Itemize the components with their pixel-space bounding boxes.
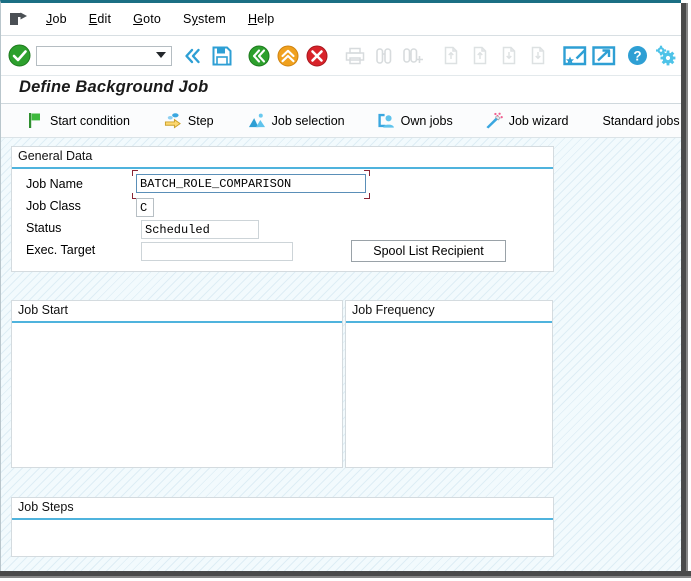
screen-canvas: General Data Job Name Job Class Status E… [1, 138, 681, 574]
window-shadow-bottom [0, 571, 691, 581]
first-page-button [436, 40, 465, 72]
job-wizard-button[interactable]: Job wizard [476, 106, 578, 136]
general-data-group: General Data Job Name Job Class Status E… [11, 146, 554, 272]
print-button [340, 40, 369, 72]
job-frequency-group: Job Frequency [345, 300, 553, 468]
toolbar-separator-1 [236, 55, 244, 56]
status-label: Status [26, 221, 62, 235]
standard-jobs-button[interactable]: Standard jobs [593, 106, 688, 136]
job-name-label: Job Name [26, 177, 83, 191]
exec-target-input[interactable] [141, 242, 293, 261]
menu-item-goto[interactable]: Goto [122, 10, 172, 28]
magic-wand-icon [485, 112, 503, 130]
exec-target-label: Exec. Target [26, 243, 96, 257]
cancel-button[interactable] [303, 40, 332, 72]
new-session-star-icon[interactable] [561, 40, 590, 72]
job-frequency-content [346, 323, 552, 467]
green-flag-icon [26, 112, 44, 130]
job-start-title: Job Start [18, 303, 69, 317]
blue-mountains-icon [248, 112, 266, 130]
exit-button[interactable] [274, 40, 303, 72]
find-next-button [398, 40, 427, 72]
person-card-icon [377, 112, 395, 130]
general-data-rule [12, 167, 553, 169]
find-button [369, 40, 398, 72]
svg-text:?: ? [633, 49, 641, 64]
job-steps-content [12, 520, 553, 556]
chevron-down-icon[interactable] [156, 51, 167, 58]
next-page-button [494, 40, 523, 72]
command-history-button[interactable] [178, 40, 207, 72]
yellow-arrow-step-icon [164, 112, 182, 130]
job-start-content [12, 323, 342, 467]
enter-button[interactable] [5, 40, 34, 72]
back-button[interactable] [245, 40, 274, 72]
job-steps-title: Job Steps [18, 500, 74, 514]
standard-jobs-label: Standard jobs [602, 113, 680, 128]
general-data-title: General Data [18, 149, 93, 163]
command-input[interactable] [40, 47, 159, 64]
page-title: Define Background Job [19, 78, 209, 96]
step-button[interactable]: Step [155, 106, 223, 136]
standard-toolbar: ? [1, 36, 681, 76]
menu-item-help[interactable]: Help [237, 10, 286, 28]
save-button[interactable] [207, 40, 236, 72]
menu-bar: JJobob Edit Goto System Help [1, 3, 681, 36]
start-condition-button[interactable]: Start condition [17, 106, 139, 136]
window-shadow-right [681, 3, 691, 581]
application-window: JJobob Edit Goto System Help [0, 0, 681, 574]
spool-list-recipient-button[interactable]: Spool List Recipient [351, 240, 506, 262]
menu-window-icon[interactable] [1, 3, 35, 36]
job-frequency-title: Job Frequency [352, 303, 435, 317]
job-wizard-label: Job wizard [508, 113, 569, 128]
job-selection-button[interactable]: Job selection [239, 106, 354, 136]
start-condition-label: Start condition [50, 113, 130, 128]
job-steps-group: Job Steps [11, 497, 554, 557]
job-start-group: Job Start [11, 300, 343, 468]
shortcut-arrow-icon[interactable] [590, 40, 619, 72]
step-label: Step [187, 113, 214, 128]
toolbar-separator-3 [428, 55, 436, 56]
status-field [141, 220, 259, 239]
menu-item-edit[interactable]: Edit [78, 10, 122, 28]
toolbar-separator-4 [552, 55, 560, 56]
job-class-input[interactable] [136, 198, 154, 217]
previous-page-button [465, 40, 494, 72]
help-question-circle-icon[interactable]: ? [623, 40, 652, 72]
toolbar-separator-2 [332, 55, 340, 56]
menu-item-job[interactable]: JJobob [35, 10, 78, 28]
last-page-button [523, 40, 552, 72]
job-name-input[interactable] [136, 174, 366, 193]
job-class-label: Job Class [26, 199, 81, 213]
own-jobs-button[interactable]: Own jobs [368, 106, 462, 136]
command-field[interactable] [36, 45, 173, 66]
job-selection-label: Job selection [271, 113, 345, 128]
application-toolbar: Start condition Step Job selection Own j… [1, 104, 681, 138]
title-bar: Define Background Job [1, 76, 681, 104]
own-jobs-label: Own jobs [400, 113, 453, 128]
menu-item-system[interactable]: System [172, 10, 237, 28]
gear-customize-icon[interactable] [652, 40, 681, 72]
